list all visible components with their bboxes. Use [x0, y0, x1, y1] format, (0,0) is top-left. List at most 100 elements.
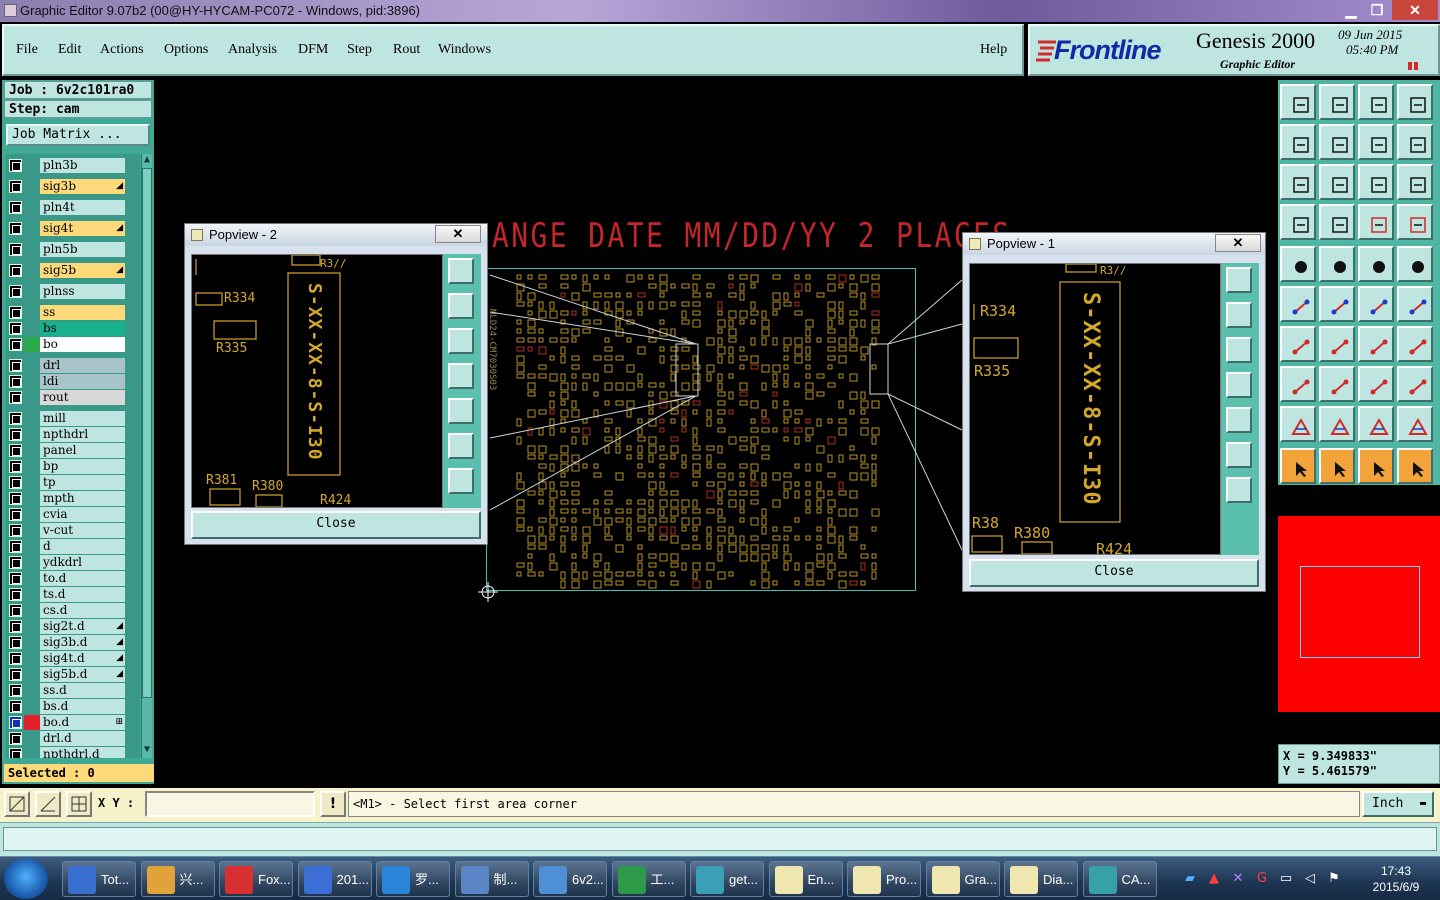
layer-name[interactable]: tp [40, 475, 125, 490]
taskbar-item[interactable]: 罗... [376, 861, 450, 897]
layer-name[interactable]: bs [40, 321, 125, 336]
layer-name[interactable]: ldi [40, 374, 125, 389]
tool-triangle-4-button[interactable] [1397, 406, 1433, 442]
tool-center-button[interactable] [1319, 164, 1355, 200]
tool-slope-button[interactable] [1319, 326, 1355, 362]
popview-2-zoom-out-button[interactable] [448, 468, 474, 494]
layer-name[interactable]: npthdrl [40, 427, 125, 442]
taskbar-item[interactable]: En... [768, 861, 843, 897]
layer-checkbox[interactable] [9, 684, 22, 697]
start-button[interactable] [4, 859, 48, 899]
tray-g-icon[interactable]: G [1254, 871, 1270, 887]
popview-1-pan-up-button[interactable] [1226, 302, 1252, 328]
tool-zoom-window-button[interactable] [1397, 84, 1433, 120]
layer-name[interactable]: bs.d [40, 699, 125, 714]
layer-checkbox[interactable] [9, 201, 22, 214]
tool-cross-button[interactable] [1319, 286, 1355, 322]
tool-feature-select-button[interactable] [1280, 246, 1316, 282]
scroll-thumb[interactable] [142, 168, 152, 698]
layer-name[interactable]: mpth [40, 491, 125, 506]
taskbar-item[interactable]: Pro... [847, 861, 921, 897]
taskbar-item[interactable]: 兴... [140, 861, 215, 897]
layer-name[interactable]: ss [40, 305, 125, 320]
menu-options[interactable]: Options [164, 42, 208, 58]
popview-1-close-x-button[interactable]: ✕ [1215, 234, 1261, 252]
popview-1-close-button[interactable]: Close [969, 559, 1259, 587]
graphic-canvas[interactable]: ANGE DATE MM/DD/YY 2 PLACES MLD24-CM7030… [156, 80, 1276, 786]
layer-name[interactable]: bo [40, 337, 125, 352]
layer-row[interactable]: drl.d [6, 731, 140, 746]
tool-fit-button[interactable] [1280, 164, 1316, 200]
tool-resize-button[interactable] [1358, 366, 1394, 402]
taskbar-item[interactable]: 工... [611, 861, 686, 897]
layer-name[interactable]: cvia [40, 507, 125, 522]
layer-name[interactable]: panel [40, 443, 125, 458]
tool-line-edit-button[interactable] [1358, 286, 1394, 322]
tool-angle-button[interactable] [1280, 326, 1316, 362]
tool-triangle-button[interactable] [1280, 406, 1316, 442]
tool-pointer-button[interactable] [1280, 448, 1316, 484]
layer-row[interactable]: mill [6, 411, 140, 426]
layer-name[interactable]: sig4t.d ◢ [40, 651, 125, 666]
tool-diagonal-button[interactable] [1319, 246, 1355, 282]
menu-step[interactable]: Step [347, 42, 372, 58]
layer-row[interactable]: sig3b ◢ [6, 179, 140, 194]
layer-checkbox[interactable] [9, 572, 22, 585]
layer-checkbox[interactable] [9, 428, 22, 441]
angle-mode-icon[interactable] [35, 791, 61, 817]
menu-help[interactable]: Help [980, 42, 1007, 58]
popview-1-canvas[interactable]: R3// R334 R335 R38 R380 R424 S-XX-XX-8-S… [969, 263, 1221, 558]
tool-pointer-multi-button[interactable] [1397, 448, 1433, 484]
layer-name[interactable]: to.d [40, 571, 125, 586]
taskbar-item[interactable]: Gra... [925, 861, 1000, 897]
layer-row[interactable]: sig5b.d ◢ [6, 667, 140, 682]
layer-checkbox[interactable] [9, 668, 22, 681]
popview-2-window[interactable]: Popview - 2 ✕ R3// R334 R335 R381 R380 R… [184, 223, 488, 545]
layer-checkbox[interactable] [9, 716, 22, 729]
layer-row[interactable]: to.d [6, 571, 140, 586]
layer-row[interactable]: bs.d [6, 699, 140, 714]
menu-edit[interactable]: Edit [58, 42, 81, 58]
tool-open-button[interactable] [1319, 84, 1355, 120]
layer-checkbox[interactable] [9, 338, 22, 351]
popview-1-pan-left-button[interactable] [1226, 372, 1252, 398]
tool-triangle-2-button[interactable] [1319, 406, 1355, 442]
tool-line-add-button[interactable] [1397, 286, 1433, 322]
taskbar-item[interactable]: get... [690, 861, 764, 897]
taskbar-item[interactable]: 制... [454, 861, 529, 897]
layer-checkbox[interactable] [9, 492, 22, 505]
menu-windows[interactable]: Windows [438, 42, 491, 58]
scroll-up-arrow-icon[interactable]: ▲ [142, 154, 152, 166]
grid-mode-icon[interactable] [66, 791, 92, 817]
tool-snap-button[interactable] [1280, 366, 1316, 402]
tool-pointer-circle-button[interactable] [1358, 448, 1394, 484]
layer-checkbox[interactable] [9, 732, 22, 745]
layer-name[interactable]: bo.d ⊞ [40, 715, 125, 730]
layer-checkbox[interactable] [9, 636, 22, 649]
menu-analysis[interactable]: Analysis [228, 42, 277, 58]
menu-file[interactable]: File [16, 42, 38, 58]
tool-pointer-box-button[interactable] [1319, 448, 1355, 484]
layer-name[interactable]: pln5b [40, 242, 125, 257]
layer-checkbox[interactable] [9, 476, 22, 489]
layer-row[interactable]: mpth [6, 491, 140, 506]
popview-2-close-button[interactable]: Close [191, 511, 481, 539]
tool-pad-button[interactable] [1397, 246, 1433, 282]
layer-row[interactable]: ss.d [6, 683, 140, 698]
layer-name[interactable]: sig2t.d ◢ [40, 619, 125, 634]
layer-name[interactable]: plnss [40, 284, 125, 299]
alert-button[interactable]: ! [320, 791, 346, 817]
layer-row[interactable]: bo.d ⊞ [6, 715, 140, 730]
layer-name[interactable]: ss.d [40, 683, 125, 698]
tool-line-split-button[interactable] [1319, 366, 1355, 402]
taskbar-item[interactable]: 6v2... [533, 861, 607, 897]
layer-checkbox[interactable] [9, 359, 22, 372]
popview-2-zoom-window-button[interactable] [448, 258, 474, 284]
layer-row[interactable]: sig3b.d ◢ [6, 635, 140, 650]
tool-shapes-button[interactable] [1397, 366, 1433, 402]
layer-name[interactable]: sig5b ◢ [40, 263, 125, 278]
layer-row[interactable]: sig4t.d ◢ [6, 651, 140, 666]
menu-dfm[interactable]: DFM [298, 42, 328, 58]
overview-map[interactable] [1278, 488, 1440, 740]
tool-mirror-button[interactable] [1397, 326, 1433, 362]
